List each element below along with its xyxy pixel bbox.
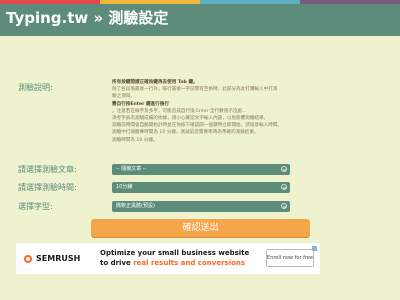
time-select[interactable]: 10分鐘 [112, 182, 290, 193]
article-select[interactable]: -- 隨機文章 -- [112, 164, 290, 175]
header-stripe-yellow [100, 0, 200, 4]
page-title[interactable]: Typing.tw » 測驗設定 [6, 9, 168, 27]
semrush-flame-icon [24, 255, 32, 263]
ad-choices-icon[interactable] [312, 246, 317, 251]
description-label: 測驗說明: [18, 83, 53, 92]
article-select-value: -- 隨機文章 -- [116, 166, 147, 172]
description-line: 須考字表為測驗成績的依據，請小心確認文字輸入內容，以免影響測驗結果。 [112, 116, 269, 122]
semrush-logo: SEMRUSH [22, 254, 82, 264]
description-line: 所有按鍵間請正確按鍵再去使用 Tab 鍵。 [112, 80, 198, 85]
article-label: 請選擇測驗文章: [18, 165, 77, 174]
description-text: 所有按鍵間請正確按鍵再去使用 Tab 鍵。除了各段落最後一行外，每行最後一字前需… [112, 79, 292, 144]
ad-sub-prefix: to drive [100, 259, 134, 267]
description-line: 測驗前時間會自動開始計時並在你按下確認開一個鍵時立即開始，請留意輸入時間。 [112, 123, 282, 129]
description-line: 驗之項目。 [112, 94, 135, 100]
header-stripe-purple [300, 0, 400, 4]
description-line: 需自行按Enter 鍵進行換行 [112, 101, 169, 107]
font-select-value: 微軟正黑體(預設) [116, 203, 155, 209]
header-stripe-teal [200, 0, 300, 4]
time-select-value: 10分鐘 [116, 184, 133, 190]
description-line: 測驗中打測驗專時間為 10 分鐘，測試前您需要準時為準確的測驗結果。 [112, 130, 259, 136]
ad-subline: to drive real results and conversions [100, 259, 245, 268]
ad-sub-highlight: real results and conversions [133, 259, 246, 267]
ad-headline: Optimize your small business website [100, 249, 250, 257]
chevron-down-icon [281, 203, 287, 209]
chevron-down-icon [281, 166, 287, 172]
description-line: 。注意若在線字及多字，可能造成自行換 Enter 全行數值示沒處... [112, 108, 247, 114]
font-label: 選擇字型: [18, 202, 53, 211]
ad-cta-button[interactable]: Enroll now for free [266, 249, 314, 267]
time-label: 請選擇測驗時間: [18, 183, 77, 192]
header-stripe-red [0, 0, 100, 4]
chevron-down-icon [281, 184, 287, 190]
ad-brand: SEMRUSH [36, 254, 81, 263]
description-line: 除了各段落最後一行外，每行最後一字前需有空格時，此部分為此打實輸入中打測 [112, 87, 278, 93]
ad-banner[interactable]: SEMRUSH Optimize your small business web… [16, 243, 320, 274]
font-select[interactable]: 微軟正黑體(預設) [112, 201, 290, 212]
description-line: 測驗時間為 10 分鐘。 [112, 137, 158, 143]
submit-button[interactable]: 確認送出 [91, 219, 310, 237]
site-header: Typing.tw » 測驗設定 [0, 0, 400, 36]
